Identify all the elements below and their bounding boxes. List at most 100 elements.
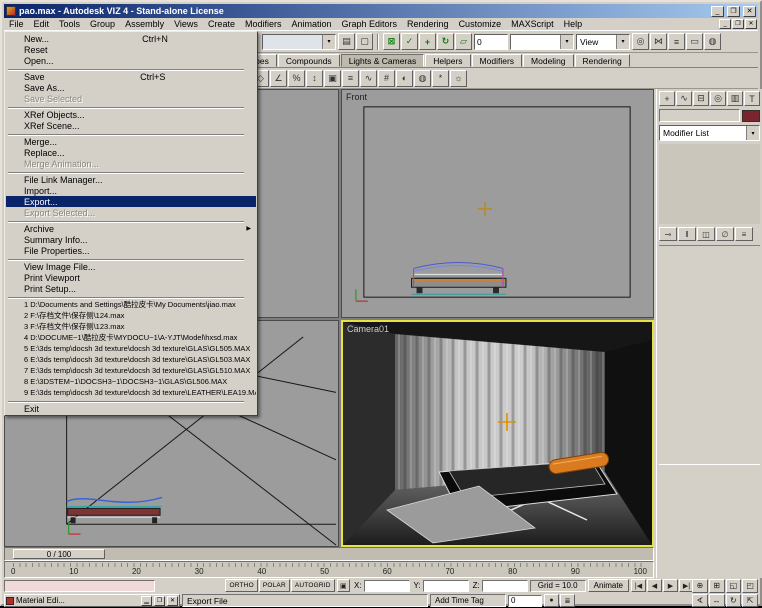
schematic-view-icon[interactable]: # bbox=[378, 70, 395, 87]
render-last-icon[interactable]: ◍ bbox=[704, 33, 721, 50]
file-menu-item[interactable]: New... Ctrl+N bbox=[6, 33, 256, 44]
percent-snap-icon[interactable]: % bbox=[288, 70, 305, 87]
spinner-snap-icon[interactable]: ↕ bbox=[306, 70, 323, 87]
material-restore-button[interactable]: ❐ bbox=[154, 596, 165, 606]
material-minimize-button[interactable]: ▁ bbox=[141, 596, 152, 606]
menubar-item[interactable]: Rendering bbox=[402, 18, 454, 30]
material-close-button[interactable]: ✕ bbox=[167, 596, 178, 606]
remove-modifier-button[interactable]: ∅ bbox=[716, 227, 734, 241]
polar-toggle[interactable]: POLAR bbox=[259, 579, 290, 592]
minimize-button[interactable]: _ bbox=[711, 6, 724, 17]
file-menu-item[interactable]: XRef Objects... bbox=[6, 109, 256, 120]
zoom-extents-all-icon[interactable]: ◰ bbox=[742, 579, 758, 593]
menubar-item[interactable]: Help bbox=[559, 18, 588, 30]
menubar-item[interactable]: Assembly bbox=[120, 18, 169, 30]
file-menu-item[interactable]: Exit bbox=[6, 403, 256, 414]
window-crossing-icon[interactable]: ⊠ bbox=[383, 33, 400, 50]
pan-icon[interactable]: ↔ bbox=[709, 594, 725, 608]
time-slider-handle[interactable]: 0 / 100 bbox=[13, 549, 105, 559]
viewport-camera[interactable]: Camera01 bbox=[341, 320, 654, 547]
panel-tab[interactable]: Modeling bbox=[523, 54, 574, 67]
key-filters-icon[interactable]: ≣ bbox=[560, 594, 575, 607]
file-menu-item[interactable]: 9 E:\3ds temp\docsh 3d texture\docsh 3d … bbox=[6, 387, 256, 398]
file-menu-item[interactable]: Export... bbox=[6, 196, 256, 207]
create-tab[interactable]: + bbox=[659, 91, 675, 106]
file-menu-item[interactable]: 4 D:\DOCUME~1\酷拉皮卡\MYDOCU~1\A-YJT\Model\… bbox=[6, 332, 256, 343]
motion-tab[interactable]: ◎ bbox=[710, 91, 726, 106]
file-menu-item[interactable]: Save Selected bbox=[6, 93, 256, 104]
selection-lock-icon[interactable]: ▣ bbox=[324, 70, 341, 87]
file-menu-item[interactable]: Summary Info... bbox=[6, 234, 256, 245]
rotate-icon[interactable]: ↻ bbox=[437, 33, 454, 50]
go-to-start-button[interactable]: |◀ bbox=[631, 579, 646, 592]
zoom-extents-icon[interactable]: ◱ bbox=[726, 579, 742, 593]
zoom-icon[interactable]: ⊕ bbox=[692, 579, 708, 593]
scale-icon[interactable]: ▱ bbox=[455, 33, 472, 50]
menubar-item[interactable]: Customize bbox=[454, 18, 507, 30]
modify-tab[interactable]: ∿ bbox=[676, 91, 692, 106]
panel-tab[interactable]: Lights & Cameras bbox=[341, 54, 425, 67]
z-coordinate-input[interactable] bbox=[482, 580, 528, 592]
selection-filter-combo[interactable]: ▾ bbox=[262, 34, 336, 50]
file-menu-item[interactable]: Export Selected... bbox=[6, 207, 256, 218]
file-menu-item[interactable]: Merge... bbox=[6, 136, 256, 147]
x-coordinate-input[interactable] bbox=[364, 580, 410, 592]
menubar-item[interactable]: Group bbox=[85, 18, 120, 30]
rectangular-region-icon[interactable]: ▢ bbox=[356, 33, 373, 50]
file-menu-item[interactable]: XRef Scene... bbox=[6, 120, 256, 131]
selection-lock-icon[interactable]: ▣ bbox=[337, 579, 350, 592]
maximize-button[interactable]: ❐ bbox=[727, 6, 740, 17]
file-menu-item[interactable]: Merge Animation... bbox=[6, 158, 256, 169]
panel-tab[interactable]: Helpers bbox=[425, 54, 470, 67]
keyboard-override-icon[interactable]: ✓ bbox=[401, 33, 418, 50]
use-center-icon[interactable]: ◎ bbox=[632, 33, 649, 50]
panel-tab[interactable]: Modifiers bbox=[472, 54, 522, 67]
maxscript-mini-listener[interactable] bbox=[4, 580, 155, 592]
field-of-view-icon[interactable]: ∢ bbox=[692, 594, 708, 608]
autogrid-toggle[interactable]: AUTOGRID bbox=[291, 579, 335, 592]
material-editor-icon[interactable]: ◐ bbox=[396, 70, 413, 87]
track-view-icon[interactable]: ∿ bbox=[360, 70, 377, 87]
play-animation-button[interactable]: ▶ bbox=[663, 579, 678, 592]
reference-coordsys-combo[interactable]: View ▾ bbox=[576, 34, 630, 50]
menubar-item[interactable]: Graph Editors bbox=[337, 18, 403, 30]
file-menu-item[interactable]: View Image File... bbox=[6, 261, 256, 272]
menubar-item[interactable]: Tools bbox=[54, 18, 85, 30]
render-scene-icon[interactable]: ◍ bbox=[414, 70, 431, 87]
file-menu-item[interactable]: 3 F:\存档文件\保存侧\123.max bbox=[6, 321, 256, 332]
arc-rotate-icon[interactable]: ↻ bbox=[726, 594, 742, 608]
file-menu-item[interactable]: Open... bbox=[6, 55, 256, 66]
object-name-field[interactable] bbox=[659, 109, 740, 122]
angle-snap-icon[interactable]: ∠ bbox=[270, 70, 287, 87]
file-menu-item[interactable]: File Link Manager... bbox=[6, 174, 256, 185]
viewport-front[interactable]: Front bbox=[341, 89, 654, 318]
file-menu-item[interactable]: Save Ctrl+S bbox=[6, 71, 256, 82]
mirror-icon[interactable]: ⋈ bbox=[650, 33, 667, 50]
file-menu-item[interactable]: Reset bbox=[6, 44, 256, 55]
track-bar[interactable]: 0102030405060708090100 bbox=[4, 561, 654, 578]
y-coordinate-input[interactable] bbox=[423, 580, 469, 592]
mdi-minimize-button[interactable]: _ bbox=[719, 19, 731, 29]
named-selections-icon[interactable]: ≡ bbox=[342, 70, 359, 87]
material-editor-minimized-window[interactable]: Material Edi... ▁ ❐ ✕ bbox=[4, 594, 180, 607]
min-max-toggle-icon[interactable]: ⇱ bbox=[742, 594, 758, 608]
previous-frame-button[interactable]: ◀ bbox=[647, 579, 662, 592]
quick-render-icon[interactable]: * bbox=[432, 70, 449, 87]
menubar-item[interactable]: Views bbox=[169, 18, 203, 30]
current-frame-field[interactable]: 0 bbox=[508, 595, 542, 607]
add-time-tag-button[interactable]: Add Time Tag bbox=[430, 594, 506, 607]
file-menu-item[interactable]: 1 D:\Documents and Settings\酷拉皮卡\My Docu… bbox=[6, 299, 256, 310]
mdi-close-button[interactable]: ✕ bbox=[745, 19, 757, 29]
menubar-item[interactable]: Create bbox=[203, 18, 240, 30]
file-menu-item[interactable]: Import... bbox=[6, 185, 256, 196]
animate-button[interactable]: Animate bbox=[588, 579, 629, 592]
panel-tab[interactable]: Compounds bbox=[278, 54, 340, 67]
file-menu-item[interactable]: Print Setup... bbox=[6, 283, 256, 294]
file-menu-item[interactable]: 2 F:\存档文件\保存侧\124.max bbox=[6, 310, 256, 321]
display-tab[interactable]: ▥ bbox=[727, 91, 743, 106]
menubar-item[interactable]: File bbox=[4, 18, 29, 30]
viewport-label-front[interactable]: Front bbox=[346, 92, 367, 102]
file-menu-item[interactable]: File Properties... bbox=[6, 245, 256, 256]
file-menu-item[interactable]: 6 E:\3ds temp\docsh 3d texture\docsh 3d … bbox=[6, 354, 256, 365]
modifier-list-combo[interactable]: Modifier List ▾ bbox=[659, 125, 760, 141]
